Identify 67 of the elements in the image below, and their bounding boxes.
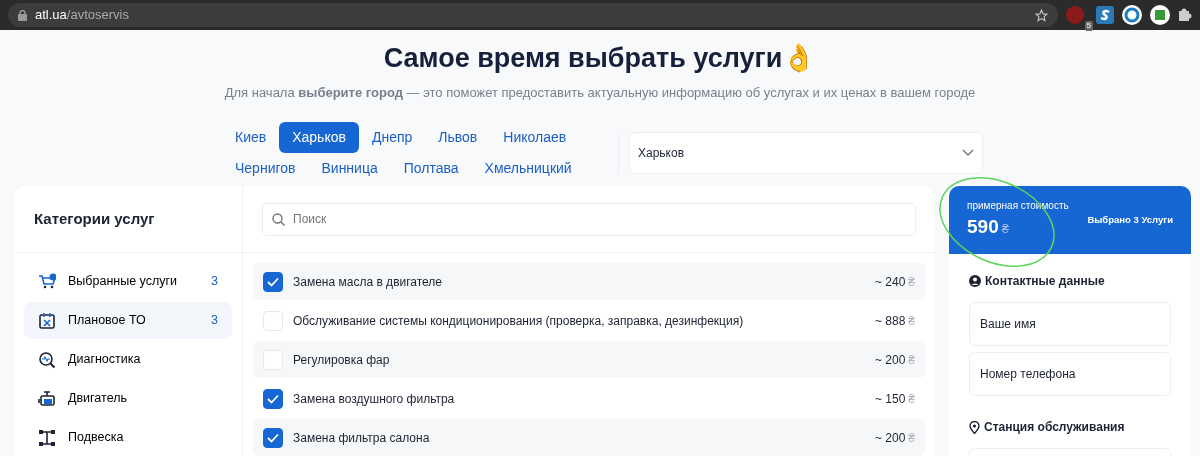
checkbox[interactable]: [263, 427, 283, 448]
service-name: Замена масла в двигателе: [293, 273, 443, 291]
city-tab[interactable]: Хмельницкий: [471, 153, 585, 184]
city-tab[interactable]: Днепр: [358, 122, 426, 153]
service-name: Замена воздушного фильтра: [293, 390, 455, 408]
extension-icon[interactable]: [1096, 6, 1114, 24]
city-tab[interactable]: Полтава: [390, 153, 472, 184]
chevron-down-icon: [962, 149, 974, 157]
city-tab[interactable]: Львов: [425, 122, 491, 153]
star-icon[interactable]: [1035, 8, 1048, 22]
category-item[interactable]: Диагностика: [24, 341, 232, 378]
service-price: ~ 888 ₴: [874, 312, 915, 330]
checkbox[interactable]: [263, 271, 283, 292]
total-price: 590₴: [967, 215, 1009, 240]
extension-icon[interactable]: [1122, 5, 1142, 25]
service-name: Регулировка фар: [293, 351, 390, 369]
category-item[interactable]: Выбранные услуги 3: [24, 263, 232, 300]
location-pin-icon: [969, 420, 980, 434]
search-icon: [272, 212, 285, 226]
section-title: Контактные данные: [985, 273, 1105, 290]
category-item[interactable]: Двигатель: [24, 380, 232, 417]
engine-icon: [38, 389, 56, 408]
city-tab[interactable]: Чернигов: [222, 153, 309, 184]
suspension-icon: [38, 428, 56, 447]
service-price: ~ 240 ₴: [874, 273, 915, 291]
service-price: ~ 150 ₴: [874, 390, 915, 408]
extension-badge: 5: [1084, 21, 1093, 31]
input-field[interactable]: Номер телефона: [969, 352, 1171, 396]
checkbox[interactable]: [263, 388, 283, 409]
city-tab[interactable]: Винница: [308, 153, 391, 184]
input-field[interactable]: Ваше имя: [969, 302, 1171, 346]
category-count: 3: [211, 312, 218, 330]
check-icon: [267, 393, 279, 404]
service-name: Замена фильтра салона: [293, 429, 430, 447]
category-label: Подвеска: [68, 429, 124, 447]
section-title: Станция обслуживания: [984, 419, 1125, 436]
category-label: Двигатель: [68, 390, 127, 408]
city-tab[interactable]: Николаев: [490, 122, 580, 153]
category-label: Диагностика: [68, 351, 141, 369]
category-item[interactable]: Плановое ТО 3: [24, 302, 232, 339]
user-icon: [969, 275, 981, 287]
check-icon: [267, 432, 279, 443]
city-tab[interactable]: Харьков: [279, 122, 359, 153]
page-subtitle: Для начала выберите город — это поможет предоставить актуальную информацию об услугах и их ценах в вашем городе: [224, 84, 976, 100]
categories-title: Категории услуг: [34, 208, 155, 229]
selected-count: Выбрано 3 Услуги: [1087, 212, 1173, 227]
search-field[interactable]: Поиск: [262, 202, 916, 236]
category-item[interactable]: Подвеска: [24, 419, 232, 456]
url-text: atl.ua/avtoservis: [35, 6, 129, 25]
service-price: ~ 200 ₴: [874, 351, 915, 369]
extension-icon[interactable]: [1150, 5, 1170, 25]
check-icon: [267, 276, 279, 287]
page-title: Самое время выбрать услуги👌: [382, 42, 818, 75]
category-label: Плановое ТО: [68, 312, 146, 330]
city-tab[interactable]: Киев: [222, 122, 280, 153]
category-count: 3: [211, 273, 218, 291]
city-select[interactable]: Харьков: [629, 132, 983, 174]
service-price: ~ 200 ₴: [874, 429, 915, 447]
category-label: Выбранные услуги: [68, 273, 178, 291]
estimate-label: примерная стоимость: [967, 199, 1069, 214]
puzzle-icon[interactable]: [1178, 8, 1192, 22]
magnifier-icon: [38, 350, 56, 369]
address-bar[interactable]: atl.ua/avtoservis: [8, 3, 1058, 27]
cart-icon: [38, 272, 56, 291]
calendar-icon: [38, 311, 56, 330]
service-name: Обслуживание системы кондиционирования (проверка, заправка, дезинфекция): [293, 312, 744, 330]
lock-icon: [18, 9, 27, 21]
